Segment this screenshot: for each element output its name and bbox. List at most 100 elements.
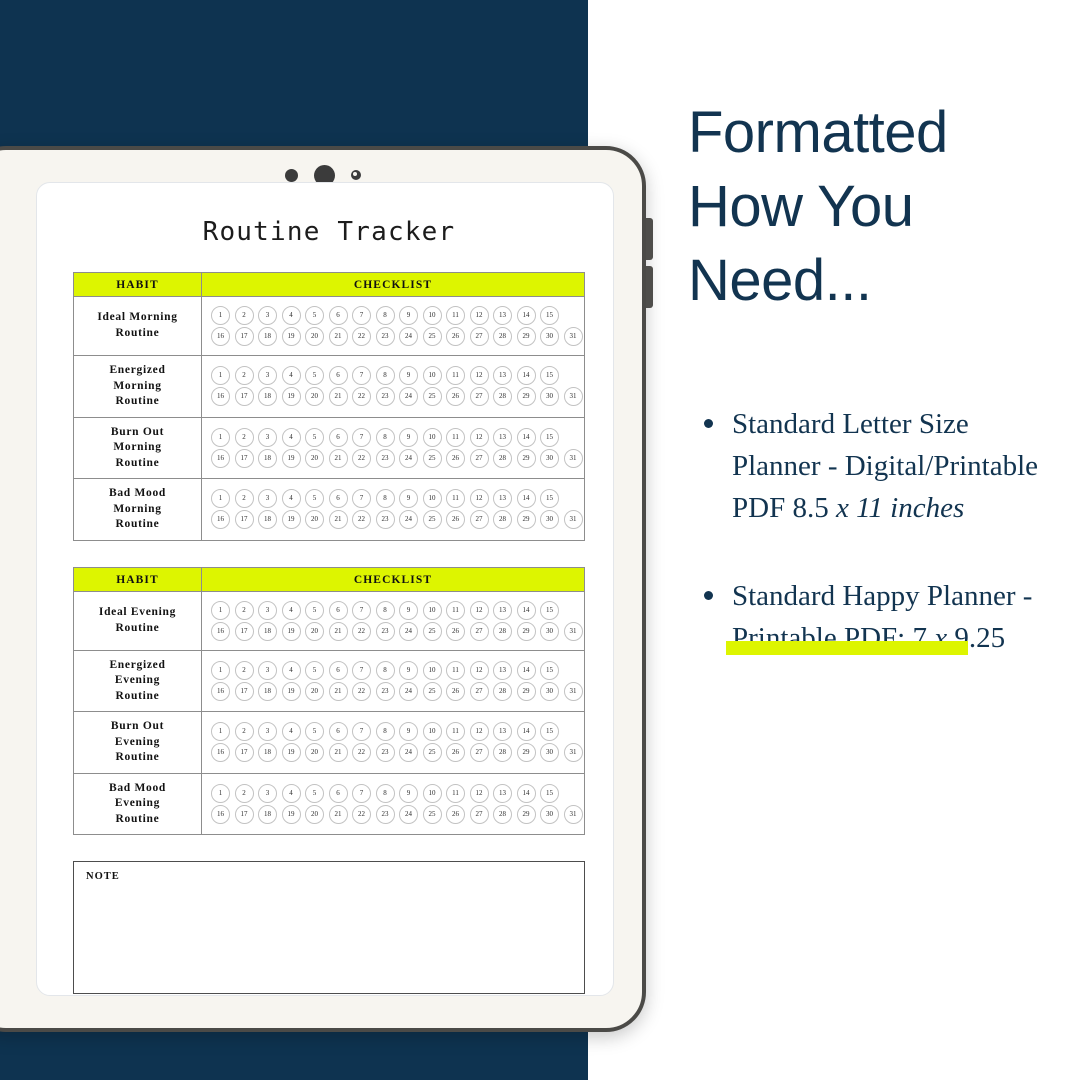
day-checkbox-28[interactable]: 28: [493, 681, 512, 701]
day-checkbox-28[interactable]: 28: [493, 510, 512, 530]
day-checkbox-6[interactable]: 6: [328, 489, 348, 509]
day-checkbox-7[interactable]: 7: [352, 427, 371, 447]
day-checkbox-21[interactable]: 21: [328, 387, 348, 407]
day-checkbox-5[interactable]: 5: [305, 660, 324, 680]
day-checkbox-31[interactable]: 31: [563, 510, 583, 530]
day-checkbox-7[interactable]: 7: [352, 784, 371, 803]
day-checkbox-8[interactable]: 8: [375, 489, 395, 509]
day-checkbox-1[interactable]: 1: [211, 722, 230, 742]
day-checkbox-24[interactable]: 24: [399, 327, 418, 346]
day-checkbox-8[interactable]: 8: [375, 366, 395, 386]
day-checkbox-20[interactable]: 20: [305, 327, 324, 346]
day-checkbox-25[interactable]: 25: [422, 327, 442, 346]
day-checkbox-9[interactable]: 9: [399, 784, 418, 803]
day-checkbox-16[interactable]: 16: [211, 743, 230, 763]
day-checkbox-15[interactable]: 15: [540, 600, 559, 620]
day-checkbox-13[interactable]: 13: [493, 366, 512, 386]
day-checkbox-10[interactable]: 10: [422, 427, 442, 447]
day-checkbox-14[interactable]: 14: [516, 306, 536, 325]
day-checkbox-7[interactable]: 7: [352, 660, 371, 680]
day-checkbox-13[interactable]: 13: [493, 489, 512, 509]
tablet-volume-up-button[interactable]: [646, 218, 653, 260]
day-checkbox-10[interactable]: 10: [422, 722, 442, 742]
day-checkbox-28[interactable]: 28: [493, 327, 512, 346]
note-box[interactable]: NOTE: [73, 861, 585, 995]
day-checkbox-6[interactable]: 6: [328, 784, 348, 803]
day-checkbox-29[interactable]: 29: [516, 681, 536, 701]
day-checkbox-4[interactable]: 4: [281, 784, 301, 803]
day-checkbox-4[interactable]: 4: [281, 722, 301, 742]
day-checkbox-4[interactable]: 4: [281, 489, 301, 509]
day-checkbox-22[interactable]: 22: [352, 327, 371, 346]
day-checkbox-19[interactable]: 19: [281, 681, 301, 701]
day-checkbox-13[interactable]: 13: [493, 427, 512, 447]
day-checkbox-10[interactable]: 10: [422, 366, 442, 386]
day-checkbox-10[interactable]: 10: [422, 600, 442, 620]
day-checkbox-19[interactable]: 19: [281, 743, 301, 763]
day-checkbox-8[interactable]: 8: [375, 600, 395, 620]
day-checkbox-27[interactable]: 27: [469, 448, 489, 468]
day-checkbox-22[interactable]: 22: [352, 621, 371, 641]
day-checkbox-28[interactable]: 28: [493, 448, 512, 468]
day-checkbox-31[interactable]: 31: [563, 681, 583, 701]
day-checkbox-3[interactable]: 3: [258, 784, 277, 803]
day-checkbox-23[interactable]: 23: [375, 805, 395, 824]
day-checkbox-4[interactable]: 4: [281, 306, 301, 325]
day-checkbox-3[interactable]: 3: [258, 660, 277, 680]
day-checkbox-22[interactable]: 22: [352, 681, 371, 701]
day-checkbox-15[interactable]: 15: [540, 722, 559, 742]
day-checkbox-14[interactable]: 14: [516, 722, 536, 742]
day-checkbox-23[interactable]: 23: [375, 327, 395, 346]
day-checkbox-7[interactable]: 7: [352, 722, 371, 742]
day-checkbox-18[interactable]: 18: [258, 621, 277, 641]
day-checkbox-9[interactable]: 9: [399, 722, 418, 742]
day-checkbox-31[interactable]: 31: [563, 387, 583, 407]
day-checkbox-20[interactable]: 20: [305, 681, 324, 701]
day-checkbox-12[interactable]: 12: [469, 600, 489, 620]
day-checkbox-11[interactable]: 11: [446, 600, 465, 620]
day-checkbox-21[interactable]: 21: [328, 327, 348, 346]
day-checkbox-20[interactable]: 20: [305, 448, 324, 468]
day-checkbox-17[interactable]: 17: [234, 743, 254, 763]
day-checkbox-22[interactable]: 22: [352, 743, 371, 763]
day-checkbox-15[interactable]: 15: [540, 489, 559, 509]
day-checkbox-1[interactable]: 1: [211, 660, 230, 680]
day-checkbox-6[interactable]: 6: [328, 427, 348, 447]
day-checkbox-16[interactable]: 16: [211, 510, 230, 530]
day-checkbox-10[interactable]: 10: [422, 489, 442, 509]
day-checkbox-22[interactable]: 22: [352, 387, 371, 407]
day-checkbox-18[interactable]: 18: [258, 510, 277, 530]
day-checkbox-17[interactable]: 17: [234, 327, 254, 346]
day-checkbox-30[interactable]: 30: [540, 805, 559, 824]
day-checkbox-31[interactable]: 31: [563, 621, 583, 641]
day-checkbox-26[interactable]: 26: [446, 387, 465, 407]
day-checkbox-17[interactable]: 17: [234, 805, 254, 824]
day-checkbox-26[interactable]: 26: [446, 805, 465, 824]
day-checkbox-6[interactable]: 6: [328, 306, 348, 325]
day-checkbox-27[interactable]: 27: [469, 387, 489, 407]
day-checkbox-17[interactable]: 17: [234, 448, 254, 468]
day-checkbox-1[interactable]: 1: [211, 489, 230, 509]
day-checkbox-25[interactable]: 25: [422, 387, 442, 407]
day-checkbox-4[interactable]: 4: [281, 660, 301, 680]
day-checkbox-31[interactable]: 31: [563, 743, 583, 763]
day-checkbox-14[interactable]: 14: [516, 427, 536, 447]
day-checkbox-19[interactable]: 19: [281, 327, 301, 346]
day-checkbox-17[interactable]: 17: [234, 387, 254, 407]
day-checkbox-21[interactable]: 21: [328, 621, 348, 641]
day-checkbox-3[interactable]: 3: [258, 722, 277, 742]
day-checkbox-27[interactable]: 27: [469, 805, 489, 824]
day-checkbox-30[interactable]: 30: [540, 743, 559, 763]
day-checkbox-16[interactable]: 16: [211, 805, 230, 824]
day-checkbox-12[interactable]: 12: [469, 306, 489, 325]
day-checkbox-19[interactable]: 19: [281, 448, 301, 468]
day-checkbox-14[interactable]: 14: [516, 489, 536, 509]
day-checkbox-21[interactable]: 21: [328, 681, 348, 701]
day-checkbox-7[interactable]: 7: [352, 489, 371, 509]
day-checkbox-14[interactable]: 14: [516, 660, 536, 680]
day-checkbox-22[interactable]: 22: [352, 805, 371, 824]
day-checkbox-29[interactable]: 29: [516, 510, 536, 530]
day-checkbox-2[interactable]: 2: [234, 366, 254, 386]
day-checkbox-23[interactable]: 23: [375, 387, 395, 407]
day-checkbox-26[interactable]: 26: [446, 743, 465, 763]
